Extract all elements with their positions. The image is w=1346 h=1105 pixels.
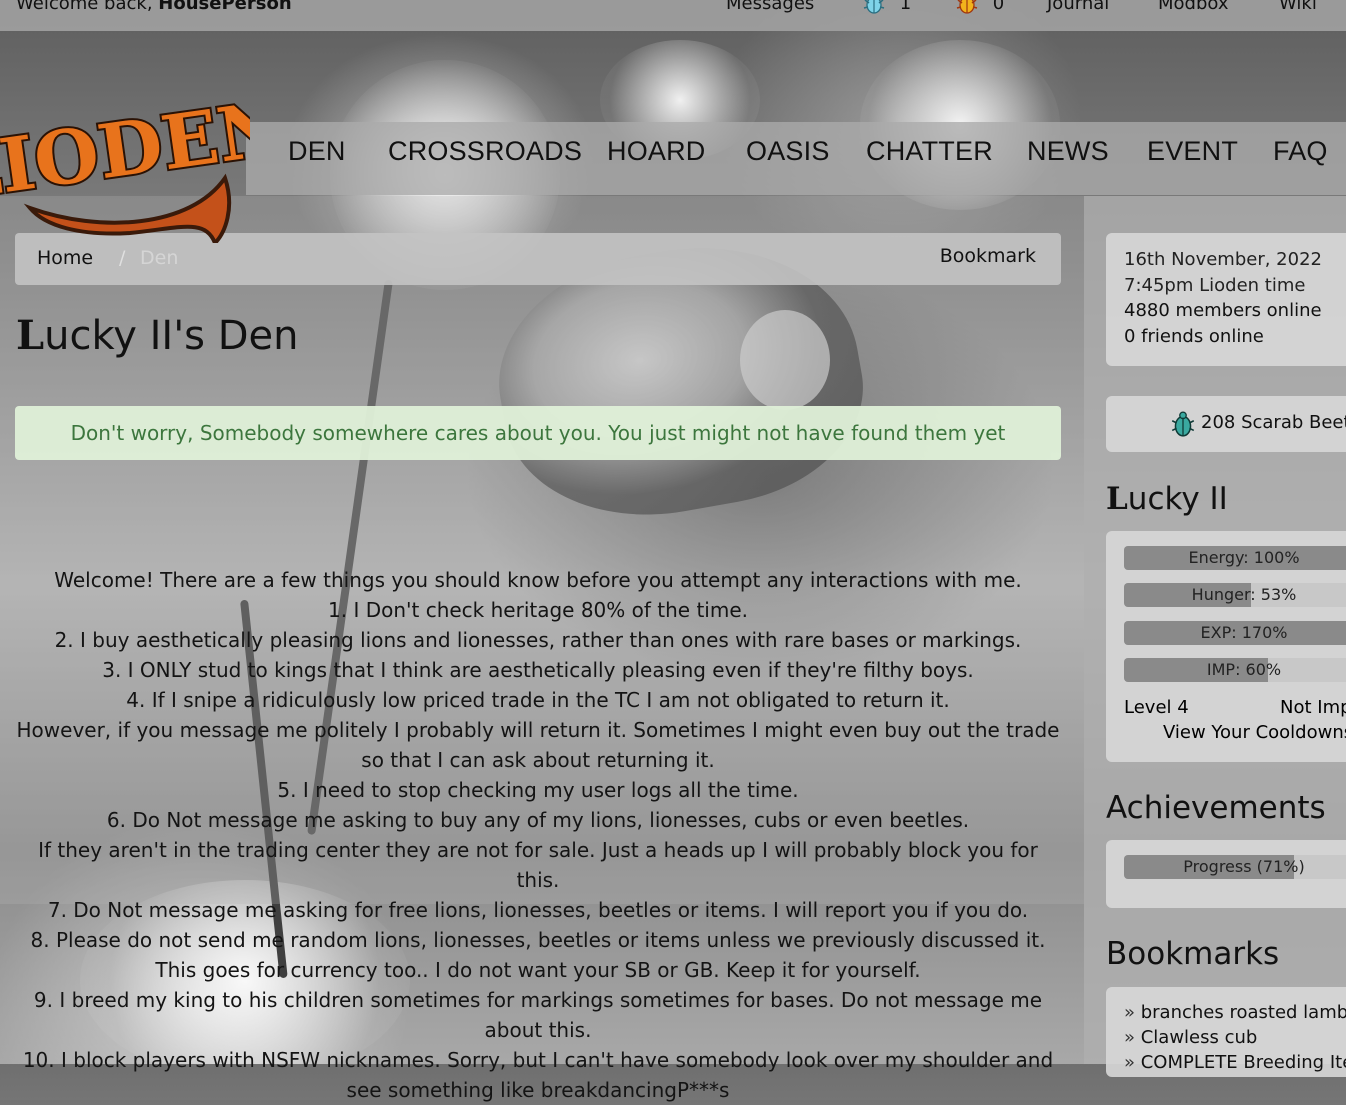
gold-beetle-count: 0 bbox=[992, 0, 1005, 14]
den-line: 6. Do Not message me asking to buy any o… bbox=[106, 808, 970, 832]
server-time: 7:45pm Lioden time bbox=[1124, 275, 1306, 296]
members-online-link[interactable]: 4880 members online bbox=[1124, 300, 1322, 321]
welcome-prefix: Welcome back, bbox=[16, 0, 153, 14]
page-title-rest: ucky II's Den bbox=[44, 313, 299, 359]
exp-label: EXP: 170% bbox=[1200, 623, 1288, 642]
bookmark-item-label: branches roasted lambs bbox=[1140, 1002, 1346, 1023]
imp-label: IMP: 60% bbox=[1206, 660, 1282, 679]
den-line: 3. I ONLY stud to kings that I think are… bbox=[102, 658, 974, 682]
breadcrumb-separator: / bbox=[119, 247, 126, 269]
welcome-message: Welcome back, HousePerson bbox=[16, 0, 292, 14]
bookmarks-heading: Bookmarks bbox=[1106, 936, 1280, 972]
den-line: If they aren't in the trading center the… bbox=[38, 838, 1038, 892]
den-line: 1. I Don't check heritage 80% of the tim… bbox=[328, 598, 748, 622]
den-line: 8. Please do not send me random lions, l… bbox=[30, 928, 1046, 982]
imp-status: Not Imp bbox=[1280, 697, 1346, 718]
lion-stats-card: Energy: 100% Hunger: 53% EXP: 170% IMP: … bbox=[1106, 531, 1346, 762]
friends-online-link[interactable]: 0 friends online bbox=[1124, 326, 1264, 347]
bookmark-item[interactable]: » COMPLETE Breeding Item bbox=[1124, 1052, 1346, 1073]
energy-bar: Energy: 100% bbox=[1124, 546, 1346, 570]
lion-name-initial: L bbox=[1106, 481, 1128, 517]
site-info-card: 16th November, 2022 7:45pm Lioden time 4… bbox=[1106, 233, 1346, 366]
scarab-beetle-count: 208 Scarab Beetle bbox=[1201, 412, 1346, 433]
den-line: 5. I need to stop checking my user logs … bbox=[277, 778, 799, 802]
nav-news[interactable]: NEWS bbox=[1027, 136, 1109, 167]
den-line: 10. I block players with NSFW nicknames.… bbox=[22, 1048, 1054, 1102]
den-line: 7. Do Not message me asking for free lio… bbox=[47, 898, 1029, 922]
server-date: 16th November, 2022 bbox=[1124, 249, 1322, 270]
energy-label: Energy: 100% bbox=[1188, 548, 1300, 567]
hunger-bar: Hunger: 53% bbox=[1124, 583, 1346, 607]
bookmark-item[interactable]: » Clawless cub bbox=[1124, 1027, 1257, 1048]
nav-den[interactable]: DEN bbox=[288, 136, 346, 167]
lion-level: Level 4 bbox=[1124, 697, 1189, 718]
bookmark-item-label: Clawless cub bbox=[1140, 1027, 1258, 1048]
journal-link[interactable]: Journal bbox=[1047, 0, 1109, 14]
modbox-link[interactable]: Modbox bbox=[1158, 0, 1229, 14]
den-line: Welcome! There are a few things you shou… bbox=[54, 568, 1022, 592]
lion-name-rest: ucky II bbox=[1127, 481, 1228, 517]
den-line: 2. I buy aesthetically pleasing lions an… bbox=[54, 628, 1022, 652]
den-description: Welcome! There are a few things you shou… bbox=[15, 565, 1061, 1105]
breadcrumb-current: Den bbox=[140, 247, 179, 269]
bookmark-item-label: COMPLETE Breeding Item bbox=[1140, 1052, 1346, 1073]
nav-faq[interactable]: FAQ bbox=[1273, 136, 1328, 167]
nav-hoard[interactable]: HOARD bbox=[607, 136, 706, 167]
achievements-heading: Achievements bbox=[1106, 790, 1326, 826]
beetle-balance-card: 208 Scarab Beetle bbox=[1106, 396, 1346, 452]
scarab-beetle-icon bbox=[1171, 411, 1195, 437]
username-link[interactable]: HousePerson bbox=[158, 0, 291, 14]
blue-beetle-indicator[interactable]: 1 bbox=[862, 0, 911, 14]
nav-chatter[interactable]: CHATTER bbox=[866, 136, 993, 167]
view-cooldowns-link[interactable]: View Your Cooldowns bbox=[1163, 722, 1346, 743]
gold-beetle-icon bbox=[956, 0, 978, 14]
bookmark-button[interactable]: Bookmark bbox=[940, 245, 1036, 267]
den-line: 9. I breed my king to his children somet… bbox=[33, 988, 1043, 1042]
hunger-label: Hunger: 53% bbox=[1191, 585, 1297, 604]
exp-bar: EXP: 170% bbox=[1124, 621, 1346, 645]
gold-beetle-indicator[interactable]: 0 bbox=[955, 0, 1004, 14]
page-title-initial: L bbox=[16, 312, 45, 359]
nav-crossroads[interactable]: CROSSROADS bbox=[388, 136, 582, 167]
achievements-progress-label: Progress (71%) bbox=[1183, 857, 1305, 876]
lioden-logo[interactable]: LIODEN bbox=[0, 58, 250, 243]
wiki-link[interactable]: Wiki bbox=[1279, 0, 1317, 14]
lion-name-heading[interactable]: Lucky II bbox=[1106, 481, 1228, 517]
breadcrumb-home[interactable]: Home bbox=[37, 247, 93, 269]
nav-event[interactable]: EVENT bbox=[1147, 136, 1238, 167]
den-line: However, if you message me politely I pr… bbox=[16, 718, 1060, 772]
blue-beetle-icon bbox=[863, 0, 885, 14]
den-line: 4. If I snipe a ridiculously low priced … bbox=[126, 688, 950, 712]
bookmark-item[interactable]: » branches roasted lambs bbox=[1124, 1002, 1346, 1023]
message-alert: Don't worry, Somebody somewhere cares ab… bbox=[15, 406, 1061, 460]
page-title: Lucky II's Den bbox=[16, 312, 299, 359]
blue-beetle-count: 1 bbox=[899, 0, 912, 14]
main-nav: DEN CROSSROADS HOARD OASIS CHATTER NEWS … bbox=[246, 122, 1346, 195]
nav-oasis[interactable]: OASIS bbox=[746, 136, 830, 167]
messages-link[interactable]: Messages bbox=[726, 0, 814, 14]
achievements-card: Progress (71%) bbox=[1106, 840, 1346, 908]
achievements-progress-bar[interactable]: Progress (71%) bbox=[1124, 855, 1346, 879]
top-bar: Welcome back, HousePerson Messages 1 0 J… bbox=[0, 0, 1346, 31]
imp-bar: IMP: 60% bbox=[1124, 658, 1346, 682]
